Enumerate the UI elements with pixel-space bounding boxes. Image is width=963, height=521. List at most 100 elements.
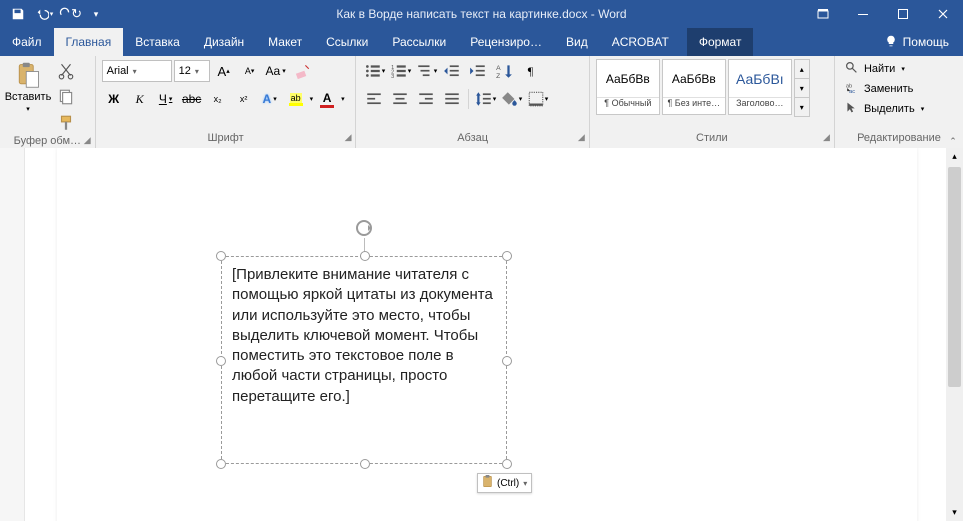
- bullets-button[interactable]: ▾: [362, 59, 386, 83]
- format-painter-button[interactable]: [54, 111, 78, 135]
- style-item-nospacing[interactable]: АаБбВв ¶ Без инте…: [662, 59, 726, 115]
- show-marks-button[interactable]: ¶: [518, 59, 542, 83]
- replace-button[interactable]: abac Заменить: [841, 79, 917, 99]
- scroll-thumb[interactable]: [948, 167, 961, 387]
- resize-handle-ne[interactable]: [502, 251, 512, 261]
- style-item-normal[interactable]: АаБбВв ¶ Обычный: [596, 59, 660, 115]
- resize-handle-sw[interactable]: [216, 459, 226, 469]
- copy-button[interactable]: [54, 85, 78, 109]
- tab-references[interactable]: Ссылки: [314, 28, 380, 56]
- paste-options-label: (Ctrl): [497, 478, 519, 489]
- align-center-button[interactable]: [388, 87, 412, 111]
- resize-handle-s[interactable]: [360, 459, 370, 469]
- clear-formatting-button[interactable]: [290, 59, 314, 83]
- scroll-down-button[interactable]: ▾: [946, 504, 963, 521]
- line-spacing-button[interactable]: ▾: [473, 87, 497, 111]
- svg-text:Z: Z: [497, 73, 501, 80]
- document-area[interactable]: [Привлеките внимание читателя с помощью …: [25, 148, 946, 521]
- maximize-button[interactable]: [883, 0, 923, 28]
- cut-button[interactable]: [54, 59, 78, 83]
- sort-button[interactable]: AZ: [492, 59, 516, 83]
- style-item-heading1[interactable]: АаБбВı Заголово…: [728, 59, 792, 115]
- title-bar: ▾ ↻ ▾ Как в Ворде написать текст на карт…: [0, 0, 963, 28]
- tab-mailings[interactable]: Рассылки: [380, 28, 458, 56]
- search-icon: [845, 61, 858, 77]
- undo-button[interactable]: ▾: [32, 2, 56, 26]
- workspace: [Привлеките внимание читателя с помощью …: [0, 148, 963, 521]
- borders-button[interactable]: ▾: [525, 87, 549, 111]
- ribbon-display-options-button[interactable]: [803, 0, 843, 28]
- tab-acrobat[interactable]: ACROBAT: [600, 28, 681, 56]
- resize-handle-nw[interactable]: [216, 251, 226, 261]
- group-paragraph: ▾ 123▾ ▾ AZ ¶ ▾ ▾ ▾ Абзац ◢: [356, 56, 589, 148]
- grow-font-button[interactable]: A▴: [212, 59, 236, 83]
- scroll-track[interactable]: [946, 165, 963, 504]
- minimize-button[interactable]: [843, 0, 883, 28]
- superscript-button[interactable]: x²: [232, 87, 256, 111]
- increase-indent-button[interactable]: [466, 59, 490, 83]
- highlight-button[interactable]: ab: [284, 87, 308, 111]
- tell-me-button[interactable]: Помощь: [871, 28, 963, 56]
- resize-handle-n[interactable]: [360, 251, 370, 261]
- align-left-button[interactable]: [362, 87, 386, 111]
- font-color-button[interactable]: A: [315, 87, 339, 111]
- shading-button[interactable]: ▾: [499, 87, 523, 111]
- decrease-indent-button[interactable]: [440, 59, 464, 83]
- tab-format[interactable]: Формат: [687, 28, 754, 56]
- redo-button[interactable]: ↻: [58, 2, 82, 26]
- select-button[interactable]: Выделить ▾: [841, 99, 928, 119]
- replace-icon: abac: [845, 81, 858, 97]
- justify-button[interactable]: [440, 87, 464, 111]
- shrink-font-button[interactable]: A▾: [238, 59, 262, 83]
- tab-file[interactable]: Файл: [0, 28, 54, 56]
- style-preview: АаБбВв: [597, 60, 659, 97]
- page: [Привлеките внимание читателя с помощью …: [57, 148, 917, 521]
- text-box-content[interactable]: [Привлеките внимание читателя с помощью …: [221, 256, 507, 464]
- close-button[interactable]: [923, 0, 963, 28]
- align-right-button[interactable]: [414, 87, 438, 111]
- ribbon-tabs: Файл Главная Вставка Дизайн Макет Ссылки…: [0, 28, 963, 56]
- underline-button[interactable]: Ч▾: [154, 87, 178, 111]
- rotate-handle[interactable]: [354, 218, 374, 238]
- styles-gallery: АаБбВв ¶ Обычный АаБбВв ¶ Без инте… АаБб…: [596, 59, 810, 117]
- gallery-up-button[interactable]: ▴: [795, 60, 809, 79]
- bold-button[interactable]: Ж: [102, 87, 126, 111]
- vertical-scrollbar[interactable]: ▴ ▾: [946, 148, 963, 521]
- tab-layout[interactable]: Макет: [256, 28, 314, 56]
- strikethrough-button[interactable]: abc: [180, 87, 204, 111]
- resize-handle-w[interactable]: [216, 356, 226, 366]
- italic-button[interactable]: К: [128, 87, 152, 111]
- tab-insert[interactable]: Вставка: [123, 28, 192, 56]
- gallery-more-button[interactable]: ▾: [795, 98, 809, 116]
- text-box[interactable]: [Привлеките внимание читателя с помощью …: [221, 256, 507, 464]
- paste-options-button[interactable]: (Ctrl) ▾: [477, 473, 532, 493]
- tab-review[interactable]: Рецензиро…: [458, 28, 554, 56]
- group-label-styles: Стили ◢: [596, 132, 828, 148]
- paste-button[interactable]: Вставить ▾: [6, 59, 50, 113]
- tab-view[interactable]: Вид: [554, 28, 600, 56]
- styles-launcher[interactable]: ◢: [823, 132, 830, 143]
- window-controls: [803, 0, 963, 28]
- tab-home[interactable]: Главная: [54, 28, 124, 56]
- change-case-button[interactable]: Aa▾: [264, 59, 288, 83]
- font-size-value: 12: [179, 65, 191, 77]
- multilevel-list-button[interactable]: ▾: [414, 59, 438, 83]
- group-label-font: Шрифт ◢: [102, 132, 350, 148]
- paragraph-launcher[interactable]: ◢: [578, 132, 585, 143]
- font-launcher[interactable]: ◢: [345, 132, 352, 143]
- font-size-select[interactable]: 12 ▾: [174, 60, 210, 82]
- text-effects-button[interactable]: A▾: [258, 87, 282, 111]
- scroll-up-button[interactable]: ▴: [946, 148, 963, 165]
- font-name-select[interactable]: Arial ▾: [102, 60, 172, 82]
- tab-design[interactable]: Дизайн: [192, 28, 256, 56]
- collapse-ribbon-button[interactable]: ⌃: [945, 134, 961, 148]
- qat-customize-button[interactable]: ▾: [84, 2, 108, 26]
- gallery-down-button[interactable]: ▾: [795, 79, 809, 98]
- resize-handle-e[interactable]: [502, 356, 512, 366]
- numbering-button[interactable]: 123▾: [388, 59, 412, 83]
- find-button[interactable]: Найти ▾: [841, 59, 909, 79]
- clipboard-launcher[interactable]: ◢: [84, 135, 91, 146]
- resize-handle-se[interactable]: [502, 459, 512, 469]
- save-icon[interactable]: [6, 2, 30, 26]
- subscript-button[interactable]: x₂: [206, 87, 230, 111]
